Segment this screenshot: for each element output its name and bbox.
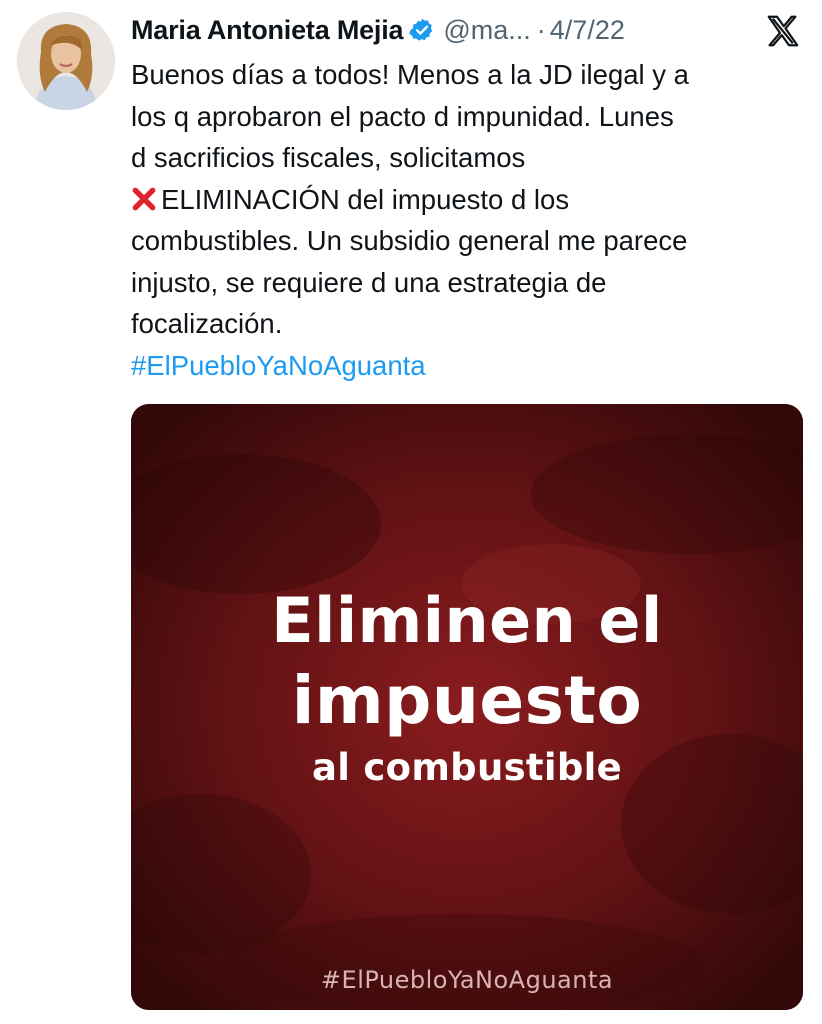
tweet-line: Buenos días a todos! Menos a la JD ilega… [131, 59, 689, 90]
tweet-text: Buenos días a todos! Menos a la JD ilega… [131, 54, 803, 386]
separator-dot: · [536, 14, 546, 45]
tweet-line: ELIMINACIÓN del impuesto d los [161, 183, 570, 215]
author-handle[interactable]: @ma... [443, 15, 530, 46]
avatar[interactable] [17, 12, 115, 110]
media-hashtag: #ElPuebloYaNoAguanta [320, 966, 614, 994]
tweet-line-with-icon: ELIMINACIÓN del impuesto d los [131, 179, 803, 221]
author-name[interactable]: Maria Antonieta Mejia [131, 15, 404, 46]
tweet-header: Maria Antonieta Mejia @ma... · 4/7/22 [131, 8, 802, 52]
profile-photo [17, 12, 115, 110]
x-logo-icon [767, 15, 799, 47]
verified-badge-icon [409, 18, 433, 41]
hashtag-link[interactable]: #ElPuebloYaNoAguanta [131, 350, 426, 381]
tweet-line: combustibles. Un subsidio general me par… [131, 225, 688, 256]
red-cross-mark-icon [132, 187, 156, 210]
media-image[interactable]: Eliminen el impuesto al combustible #ElP… [131, 404, 803, 1010]
tweet-line: injusto, se requiere d una estrategia de [131, 266, 607, 298]
tweet-line: d sacrificios fiscales, solicitamos [131, 142, 526, 173]
tweet-line: los q aprobaron el pacto d impunidad. Lu… [131, 100, 674, 132]
tweet-line: focalización. [131, 308, 283, 339]
media-headline-line2: impuesto [291, 662, 643, 739]
media-headline-line1: Eliminen el [271, 584, 663, 657]
tweet-date[interactable]: 4/7/22 [550, 15, 625, 46]
media-headline-line3: al combustible [311, 746, 623, 789]
tweet-card: Maria Antonieta Mejia @ma... · 4/7/22 Bu… [0, 0, 822, 1024]
